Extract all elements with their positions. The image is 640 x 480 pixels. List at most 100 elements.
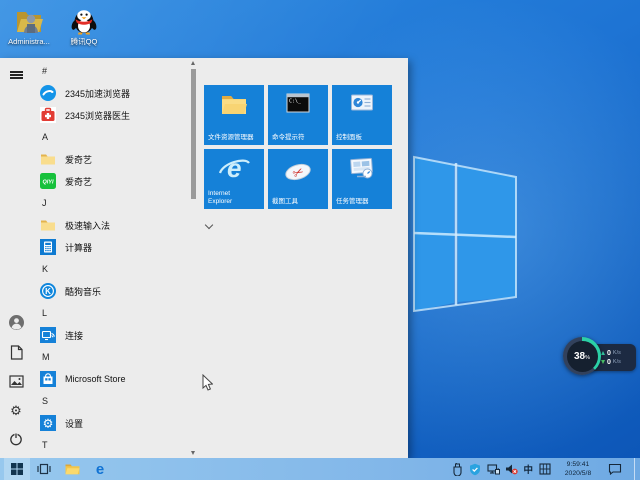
usb-device-icon[interactable]	[450, 462, 464, 476]
ime-language-indicator[interactable]: 中	[523, 462, 533, 476]
pictures-button[interactable]	[0, 370, 32, 392]
app-list: # 2345加速浏览器 2345浏览器医生 A 爱奇艺 QIYI 爱奇艺 J 极…	[32, 60, 184, 456]
app-item-kugou-music[interactable]: K 酷狗音乐	[32, 280, 184, 302]
clock-time: 9:59:41	[566, 460, 590, 468]
expand-menu-button[interactable]	[0, 64, 32, 86]
file-explorer-icon	[204, 93, 264, 115]
desktop-icon-administrator[interactable]: Administra...	[1, 5, 57, 46]
start-button[interactable]	[4, 458, 30, 480]
desktop-icon-label: 腾讯QQ	[70, 37, 98, 46]
desktop-icon-qq[interactable]: 腾讯QQ	[56, 5, 112, 46]
app-item-microsoft-store[interactable]: Microsoft Store	[32, 368, 184, 390]
app-group-header[interactable]: L	[32, 302, 184, 324]
upload-speed-row: 0 K/s	[601, 350, 636, 357]
app-group-header[interactable]: T	[32, 434, 184, 456]
windows-wallpaper-logo	[413, 155, 517, 313]
taskbar: e 中 9:59:41 2020/5/8	[0, 458, 640, 480]
memory-usage-ball[interactable]: 38 %	[563, 337, 601, 375]
settings-icon: ⚙	[40, 415, 56, 431]
tile-control-panel[interactable]: 控制面板	[332, 85, 392, 145]
control-panel-icon	[332, 93, 392, 113]
desktop: Administra... 腾讯QQ ⚙ # 2345加速浏览器 2345浏览器…	[0, 0, 640, 480]
edge-icon: e	[96, 461, 104, 477]
network-icon[interactable]	[486, 462, 500, 476]
app-group-header[interactable]: M	[32, 346, 184, 368]
app-item-2345-doctor[interactable]: 2345浏览器医生	[32, 104, 184, 126]
mouse-cursor	[202, 374, 213, 391]
svg-text:e: e	[96, 461, 104, 477]
clock-date: 2020/5/8	[564, 470, 592, 477]
task-manager-icon	[332, 157, 392, 180]
taskbar-clock[interactable]: 9:59:41 2020/5/8	[557, 460, 599, 478]
svg-text:e: e	[227, 153, 241, 183]
windows-logo-icon	[11, 463, 23, 475]
app-group-header[interactable]: S	[32, 390, 184, 412]
qq-penguin-icon	[56, 5, 112, 35]
app-group-header[interactable]: J	[32, 192, 184, 214]
calculator-icon	[40, 239, 56, 255]
tile-file-explorer[interactable]: 文件资源管理器	[204, 85, 264, 145]
desktop-icon-label: Administra...	[8, 37, 50, 46]
connect-icon	[40, 327, 56, 343]
tile-grid: 文件资源管理器 C:\_ 命令提示符 控制面板 e Internet Explor…	[204, 85, 392, 209]
user-account-button[interactable]	[0, 311, 32, 333]
folder-icon	[65, 464, 79, 475]
document-icon	[10, 344, 23, 360]
upload-arrow-icon	[601, 351, 605, 355]
scroll-down-icon[interactable]	[190, 449, 197, 457]
tile-task-manager[interactable]: 任务管理器	[332, 149, 392, 209]
tile-snipping-tool[interactable]: ✂ 截图工具	[268, 149, 328, 209]
app-item-2345-browser[interactable]: 2345加速浏览器	[32, 82, 184, 104]
system-tray: 中 9:59:41 2020/5/8	[448, 458, 638, 480]
task-view-icon	[37, 463, 51, 475]
app-folder-jisu-ime[interactable]: 极速输入法	[32, 214, 184, 236]
security-shield-icon[interactable]	[468, 462, 482, 476]
tile-internet-explorer[interactable]: e Internet Explorer	[204, 149, 264, 209]
app-group-header[interactable]: #	[32, 60, 184, 82]
kugou-music-icon: K	[40, 283, 56, 299]
volume-muted-icon[interactable]	[504, 462, 518, 476]
net-speed-widget[interactable]: 0 K/s 0 K/s 38 %	[563, 337, 637, 377]
svg-text:⚙: ⚙	[43, 417, 54, 431]
gear-icon: ⚙	[10, 402, 22, 418]
folder-icon	[41, 220, 55, 231]
edge-browser-button[interactable]: e	[88, 458, 112, 480]
action-center-icon[interactable]	[608, 462, 622, 476]
download-speed-row: 0 K/s	[601, 359, 636, 366]
file-explorer-button[interactable]	[60, 458, 84, 480]
svg-text:QIYI: QIYI	[42, 180, 53, 186]
tile-command-prompt[interactable]: C:\_ 命令提示符	[268, 85, 328, 145]
firstaid-kit-icon	[40, 107, 56, 123]
command-prompt-icon: C:\_	[268, 93, 328, 113]
app-list-scrollbar[interactable]	[190, 58, 197, 458]
show-desktop-button[interactable]	[634, 458, 638, 480]
user-folder-icon	[1, 5, 57, 35]
app-folder-iqiyi[interactable]: 爱奇艺	[32, 148, 184, 170]
snipping-tool-icon: ✂	[268, 161, 328, 183]
user-avatar-icon	[8, 314, 24, 330]
app-group-header[interactable]: A	[32, 126, 184, 148]
folder-icon	[41, 154, 55, 165]
app-item-calculator[interactable]: 计算器	[32, 236, 184, 258]
browser-2345-icon	[40, 85, 56, 101]
documents-button[interactable]	[0, 341, 32, 363]
start-menu-rail: ⚙	[0, 58, 32, 458]
pictures-icon	[8, 374, 24, 388]
app-item-connect[interactable]: 连接	[32, 324, 184, 346]
svg-text:K: K	[45, 287, 51, 296]
scrollbar-thumb[interactable]	[191, 69, 196, 199]
svg-text:C:\_: C:\_	[289, 99, 302, 105]
ime-mode-icon[interactable]	[538, 462, 552, 476]
app-item-settings[interactable]: ⚙ 设置	[32, 412, 184, 434]
iqiyi-icon: QIYI	[40, 173, 56, 189]
task-view-button[interactable]	[32, 458, 56, 480]
store-icon	[40, 371, 56, 387]
start-menu: ⚙ # 2345加速浏览器 2345浏览器医生 A 爱奇艺 QIYI 爱奇艺 J…	[0, 58, 408, 458]
app-item-iqiyi[interactable]: QIYI 爱奇艺	[32, 170, 184, 192]
app-group-header[interactable]: K	[32, 258, 184, 280]
chevron-down-icon[interactable]	[206, 222, 212, 228]
download-arrow-icon	[601, 360, 605, 364]
scroll-up-icon[interactable]	[190, 59, 197, 67]
rail-settings-button[interactable]: ⚙	[0, 399, 32, 421]
power-button[interactable]	[0, 428, 32, 450]
